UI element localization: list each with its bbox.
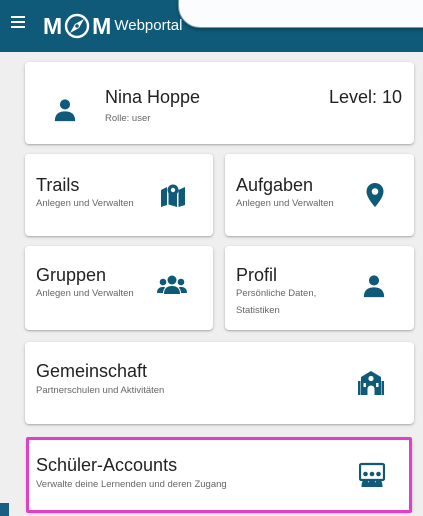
card-title: Gemeinschaft — [36, 361, 148, 381]
menu-icon[interactable] — [11, 16, 25, 29]
card-subtitle: Partnerschulen und Aktivitäten — [36, 385, 165, 396]
person-icon — [363, 275, 385, 298]
card-profil[interactable]: Profil Persönliche Daten, Statistiken — [225, 246, 414, 330]
card-gemeinschaft[interactable]: Gemeinschaft Partnerschulen und Aktivitä… — [25, 342, 414, 424]
card-title: Aufgaben — [236, 175, 314, 195]
user-card[interactable]: Nina Hoppe Rolle: user Level: 10 — [25, 62, 414, 144]
card-subtitle: Anlegen und Verwalten — [36, 198, 134, 209]
card-subtitle: Anlegen und Verwalten — [36, 288, 134, 299]
app-name: Webportal — [114, 17, 183, 34]
card-subtitle: Verwalte deine Lernenden und deren Zugan… — [36, 479, 227, 490]
school-icon — [358, 371, 384, 395]
dashboard-content: Nina Hoppe Rolle: user Level: 10 Trails … — [0, 52, 423, 516]
logo-letter-right: M — [92, 13, 112, 39]
corner-marker — [0, 503, 9, 516]
card-subtitle-line2: Statistiken — [236, 305, 280, 316]
card-title: Trails — [36, 175, 80, 195]
logo-letter-left: M — [43, 13, 63, 39]
card-title: Profil — [236, 265, 278, 285]
card-title: Schüler-Accounts — [36, 455, 178, 475]
user-role: Rolle: user — [105, 113, 151, 124]
users-icon — [157, 275, 187, 294]
user-name: Nina Hoppe — [105, 87, 201, 107]
location-pin-icon — [366, 183, 384, 207]
card-aufgaben[interactable]: Aufgaben Anlegen und Verwalten — [225, 154, 414, 236]
card-title: Gruppen — [36, 265, 107, 285]
person-icon — [54, 99, 76, 122]
card-gruppen[interactable]: Gruppen Anlegen und Verwalten — [25, 246, 213, 330]
map-icon — [161, 184, 185, 207]
card-trails[interactable]: Trails Anlegen und Verwalten — [25, 154, 213, 236]
card-schueler-accounts[interactable]: Schüler-Accounts Verwalte deine Lernende… — [27, 438, 412, 512]
app-logo[interactable]: M M Webportal — [43, 12, 182, 40]
classroom-icon — [359, 462, 385, 487]
user-level: Level: 10 — [328, 87, 402, 107]
card-subtitle-line1: Persönliche Daten, — [236, 288, 317, 299]
card-subtitle: Anlegen und Verwalten — [236, 198, 334, 209]
overlay-panel[interactable] — [178, 0, 423, 28]
compass-icon — [64, 13, 90, 39]
